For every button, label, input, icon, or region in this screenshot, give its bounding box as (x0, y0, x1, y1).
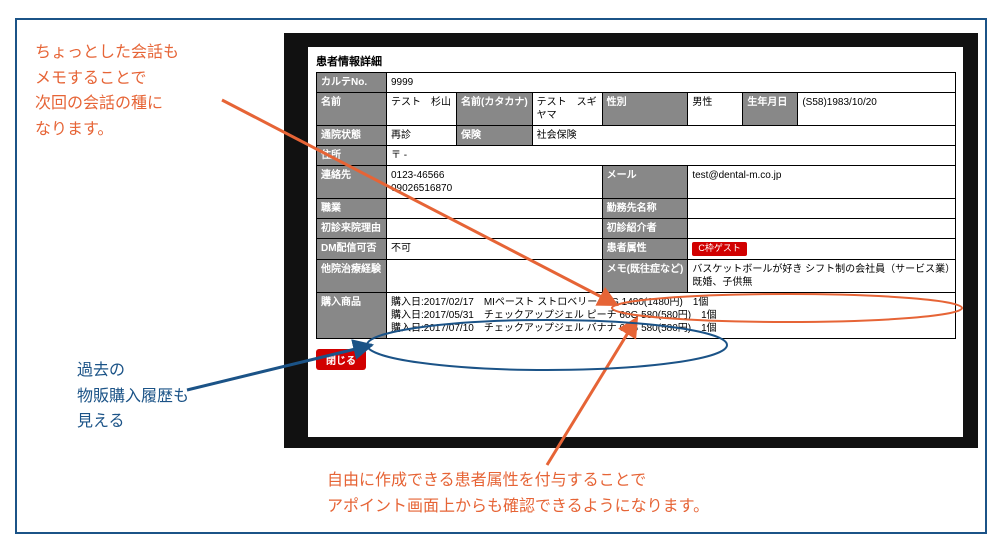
label-purchases: 購入商品 (317, 292, 387, 338)
value-dm-ok: 不可 (387, 239, 603, 260)
patient-attr-badge: C枠ゲスト (692, 242, 747, 256)
modal-title: 患者情報詳細 (308, 47, 963, 72)
value-contact: 0123-46566 09026516870 (387, 166, 603, 199)
value-gender: 男性 (688, 93, 743, 126)
value-first-referrer (688, 219, 956, 239)
value-visit-status: 再診 (387, 126, 457, 146)
label-dm-ok: DM配信可否 (317, 239, 387, 260)
patient-detail-modal: 患者情報詳細 カルテNo. 9999 名前 テスト 杉山 名前(カタカナ) テス… (308, 47, 963, 437)
label-visit-status: 通院状態 (317, 126, 387, 146)
value-mail: test@dental-m.co.jp (688, 166, 956, 199)
label-mail: メール (602, 166, 688, 199)
label-insurance: 保険 (457, 126, 533, 146)
value-memo: バスケットボールが好き シフト制の会社員（サービス業）既婚、子供無 (688, 259, 956, 292)
label-first-visit-reason: 初診来院理由 (317, 219, 387, 239)
value-purchases: 購入日:2017/02/17 MIペースト ストロベリー 40G 1480(14… (387, 292, 956, 338)
screenshot-panel: 患者情報詳細 カルテNo. 9999 名前 テスト 杉山 名前(カタカナ) テス… (284, 33, 978, 448)
label-other-history: 他院治療経験 (317, 259, 387, 292)
value-occupation (387, 199, 603, 219)
value-work-name (688, 199, 956, 219)
value-address: 〒 - (387, 146, 956, 166)
value-birth: (S58)1983/10/20 (798, 93, 956, 126)
frame: ちょっとした会話も メモすることで 次回の会話の種に なります。 過去の 物販購… (15, 18, 987, 534)
label-memo: メモ(既往症など) (602, 259, 688, 292)
label-work-name: 勤務先名称 (602, 199, 688, 219)
label-gender: 性別 (602, 93, 688, 126)
label-address: 住所 (317, 146, 387, 166)
label-name: 名前 (317, 93, 387, 126)
annotation-memo-note: ちょっとした会話も メモすることで 次回の会話の種に なります。 (35, 40, 179, 142)
label-birth: 生年月日 (743, 93, 798, 126)
close-button[interactable]: 閉じる (316, 349, 366, 370)
patient-detail-table: カルテNo. 9999 名前 テスト 杉山 名前(カタカナ) テスト スギヤマ … (316, 72, 956, 339)
value-name: テスト 杉山 (387, 93, 457, 126)
label-contact: 連絡先 (317, 166, 387, 199)
value-other-history (387, 259, 603, 292)
value-karte-no: 9999 (387, 73, 956, 93)
label-first-referrer: 初診紹介者 (602, 219, 688, 239)
annotation-attr-note: 自由に作成できる患者属性を付与することで アポイント画面上からも確認できるように… (327, 468, 709, 519)
value-patient-attr: C枠ゲスト (688, 239, 956, 260)
label-patient-attr: 患者属性 (602, 239, 688, 260)
label-karte-no: カルテNo. (317, 73, 387, 93)
value-insurance: 社会保険 (532, 126, 955, 146)
value-name-kana: テスト スギヤマ (532, 93, 602, 126)
label-name-kana: 名前(カタカナ) (457, 93, 533, 126)
label-occupation: 職業 (317, 199, 387, 219)
value-first-visit-reason (387, 219, 603, 239)
annotation-history-note: 過去の 物販購入履歴も 見える (77, 358, 189, 435)
